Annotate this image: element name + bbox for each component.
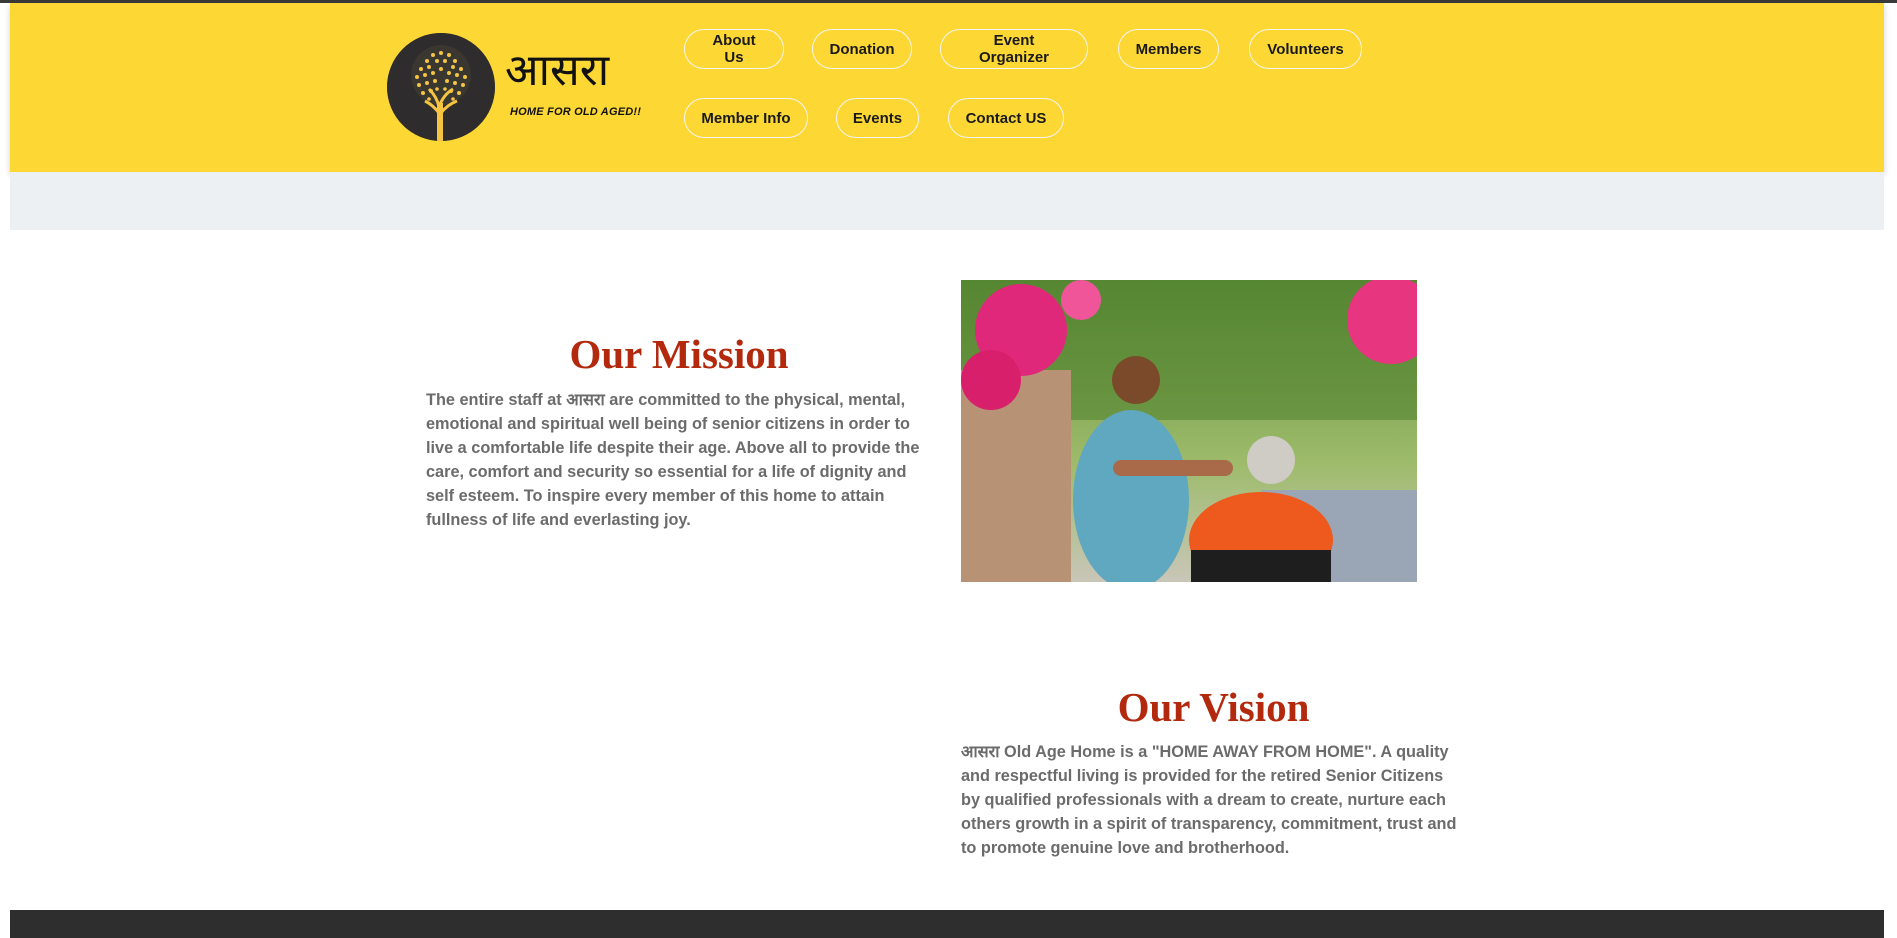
brand-name[interactable]: आसरा xyxy=(505,47,609,95)
nav-donation[interactable]: Donation xyxy=(812,29,912,69)
mission-text: The entire staff at आसरा are committed t… xyxy=(426,391,920,529)
caregiver-photo xyxy=(961,280,1417,582)
vision-title: Our Vision xyxy=(1117,684,1310,730)
site-header: आसरा HOME FOR OLD AGED!! About Us Donati… xyxy=(10,3,1884,172)
nav-about-us[interactable]: About Us xyxy=(684,29,784,69)
logo-tree-icon[interactable] xyxy=(387,33,495,141)
nav-members[interactable]: Members xyxy=(1118,29,1219,69)
nav-contact-us[interactable]: Contact US xyxy=(948,98,1064,138)
site-footer xyxy=(10,910,1884,938)
vision-text: आसरा Old Age Home is a "HOME AWAY FROM H… xyxy=(961,743,1457,857)
nav-volunteers[interactable]: Volunteers xyxy=(1249,29,1362,69)
brand-tagline: HOME FOR OLD AGED!! xyxy=(510,106,642,118)
header-spacer-band xyxy=(10,172,1884,230)
mission-title: Our Mission xyxy=(569,331,789,377)
nav-event-organizer[interactable]: Event Organizer xyxy=(940,29,1088,69)
nav-member-info[interactable]: Member Info xyxy=(684,98,808,138)
nav-events[interactable]: Events xyxy=(836,98,919,138)
